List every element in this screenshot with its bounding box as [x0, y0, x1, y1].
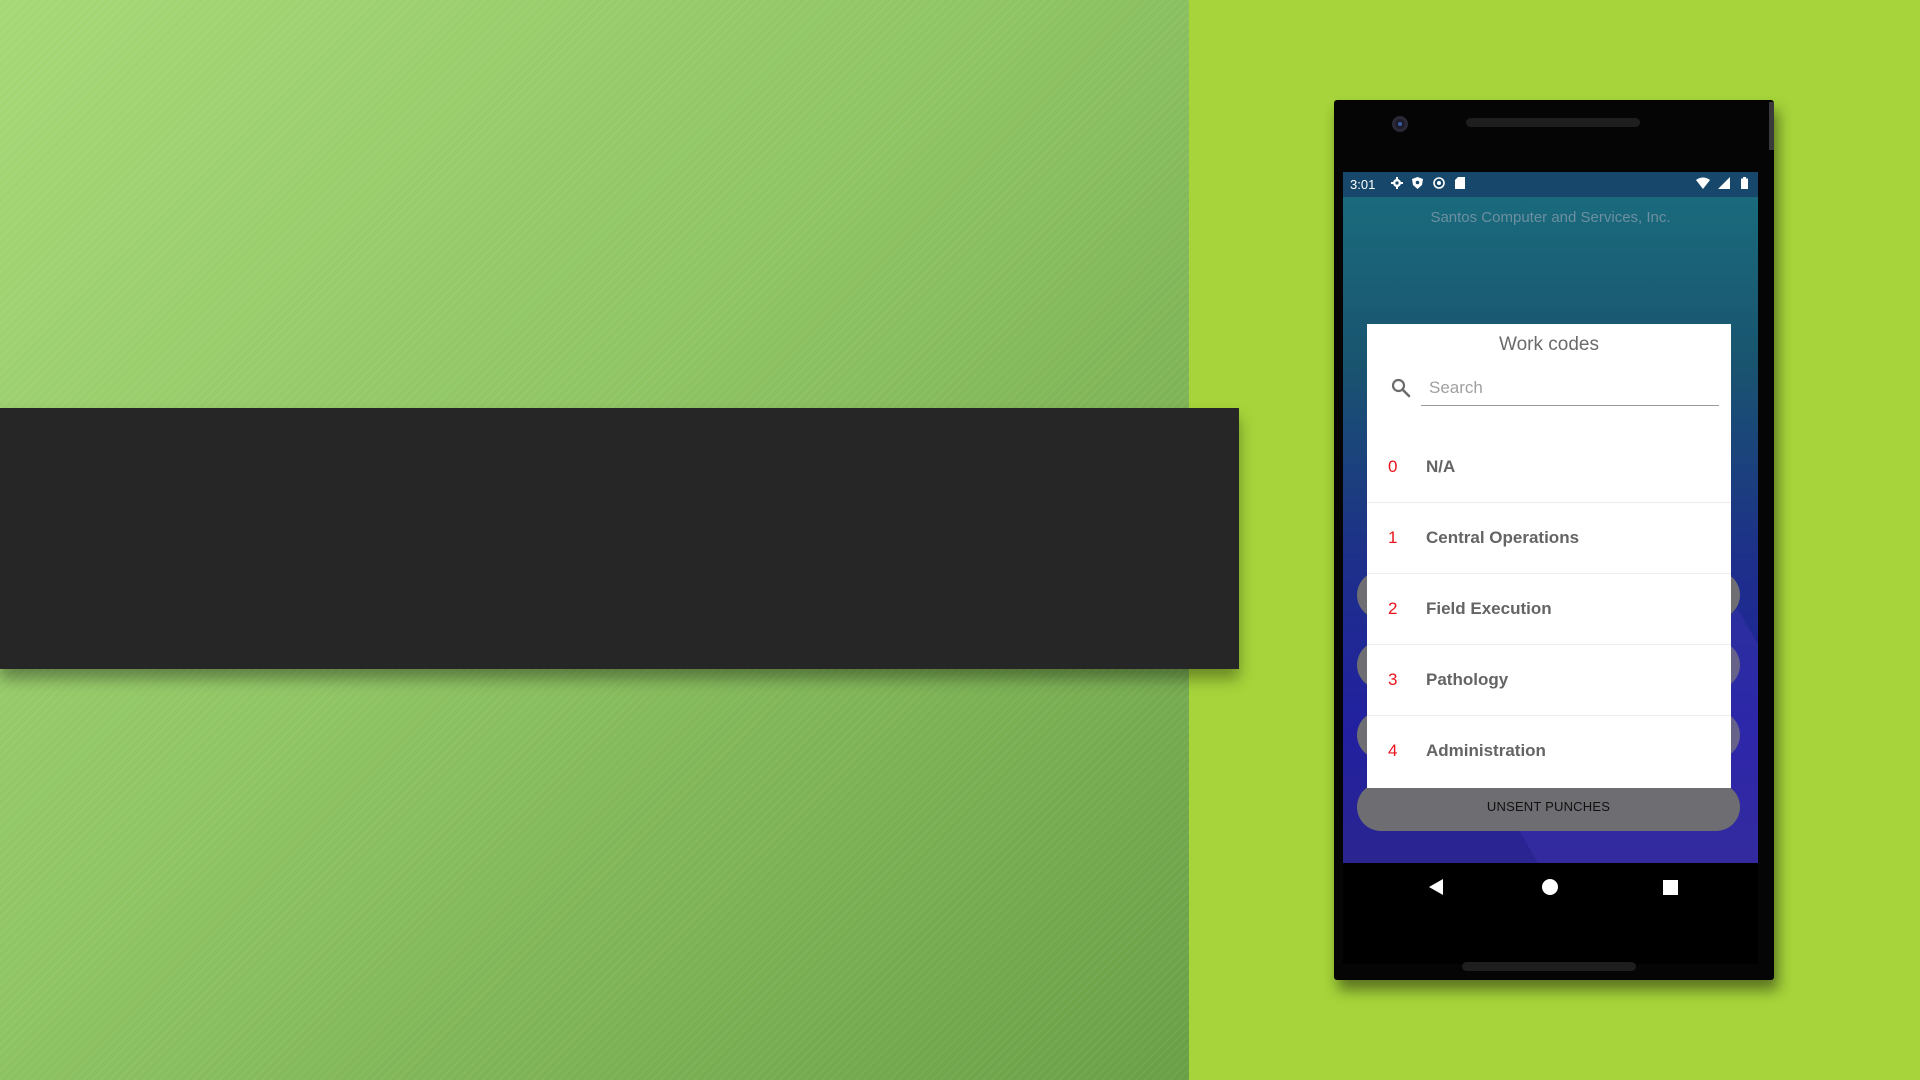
recents-square-icon[interactable]: [1663, 880, 1678, 895]
work-code-name: Field Execution: [1426, 599, 1552, 618]
front-camera: [1392, 116, 1408, 132]
wifi-icon: [1695, 177, 1710, 192]
android-nav-bar: [1343, 863, 1758, 964]
work-code-list: 0 N/A 1 Central Operations 2 Field Execu…: [1367, 432, 1731, 786]
title-band: [0, 408, 1239, 669]
work-code-name: N/A: [1426, 457, 1456, 476]
status-time: 3:01: [1350, 177, 1376, 192]
work-code-number: 0: [1388, 457, 1398, 476]
work-codes-dialog: Work codes 0 N/A 1 Central Operations: [1367, 324, 1731, 788]
work-code-name: Central Operations: [1426, 528, 1580, 547]
shield-icon: [1410, 177, 1425, 192]
work-code-number: 1: [1388, 528, 1398, 547]
sd-card-icon: [1452, 177, 1467, 192]
work-code-item[interactable]: 0 N/A: [1367, 432, 1731, 503]
phone-screen: 3:01 Santos Computer and Services, Inc. …: [1343, 172, 1758, 964]
work-code-number: 3: [1388, 670, 1398, 689]
work-code-number: 4: [1388, 741, 1398, 760]
company-name: Santos Computer and Services, Inc.: [1430, 209, 1671, 226]
app-screen: Santos Computer and Services, Inc. UNSEN…: [1343, 197, 1758, 863]
search-icon: [1391, 378, 1413, 400]
sync-icon: [1431, 177, 1446, 192]
earpiece-speaker: [1466, 118, 1640, 127]
back-triangle-icon[interactable]: [1429, 879, 1443, 895]
signal-icon: [1716, 177, 1731, 192]
settings-icon: [1389, 177, 1404, 192]
home-circle-icon[interactable]: [1542, 879, 1558, 895]
work-code-item[interactable]: 1 Central Operations: [1367, 503, 1731, 574]
status-bar: 3:01: [1343, 172, 1758, 197]
status-right-icons: [1695, 177, 1752, 192]
bottom-speaker: [1462, 962, 1636, 971]
phone-frame: 3:01 Santos Computer and Services, Inc. …: [1334, 100, 1774, 980]
phone-side-button: [1769, 102, 1774, 150]
work-code-item[interactable]: 3 Pathology: [1367, 645, 1731, 716]
dialog-title: Work codes: [1499, 334, 1599, 355]
work-code-name: Administration: [1426, 741, 1546, 760]
battery-icon: [1737, 177, 1752, 192]
work-code-name: Pathology: [1426, 670, 1509, 689]
search-input[interactable]: [1421, 370, 1719, 406]
unsent-punches-button[interactable]: UNSENT PUNCHES: [1357, 783, 1740, 831]
work-code-number: 2: [1388, 599, 1398, 618]
work-code-item[interactable]: 2 Field Execution: [1367, 574, 1731, 645]
work-code-item[interactable]: 4 Administration: [1367, 716, 1731, 786]
